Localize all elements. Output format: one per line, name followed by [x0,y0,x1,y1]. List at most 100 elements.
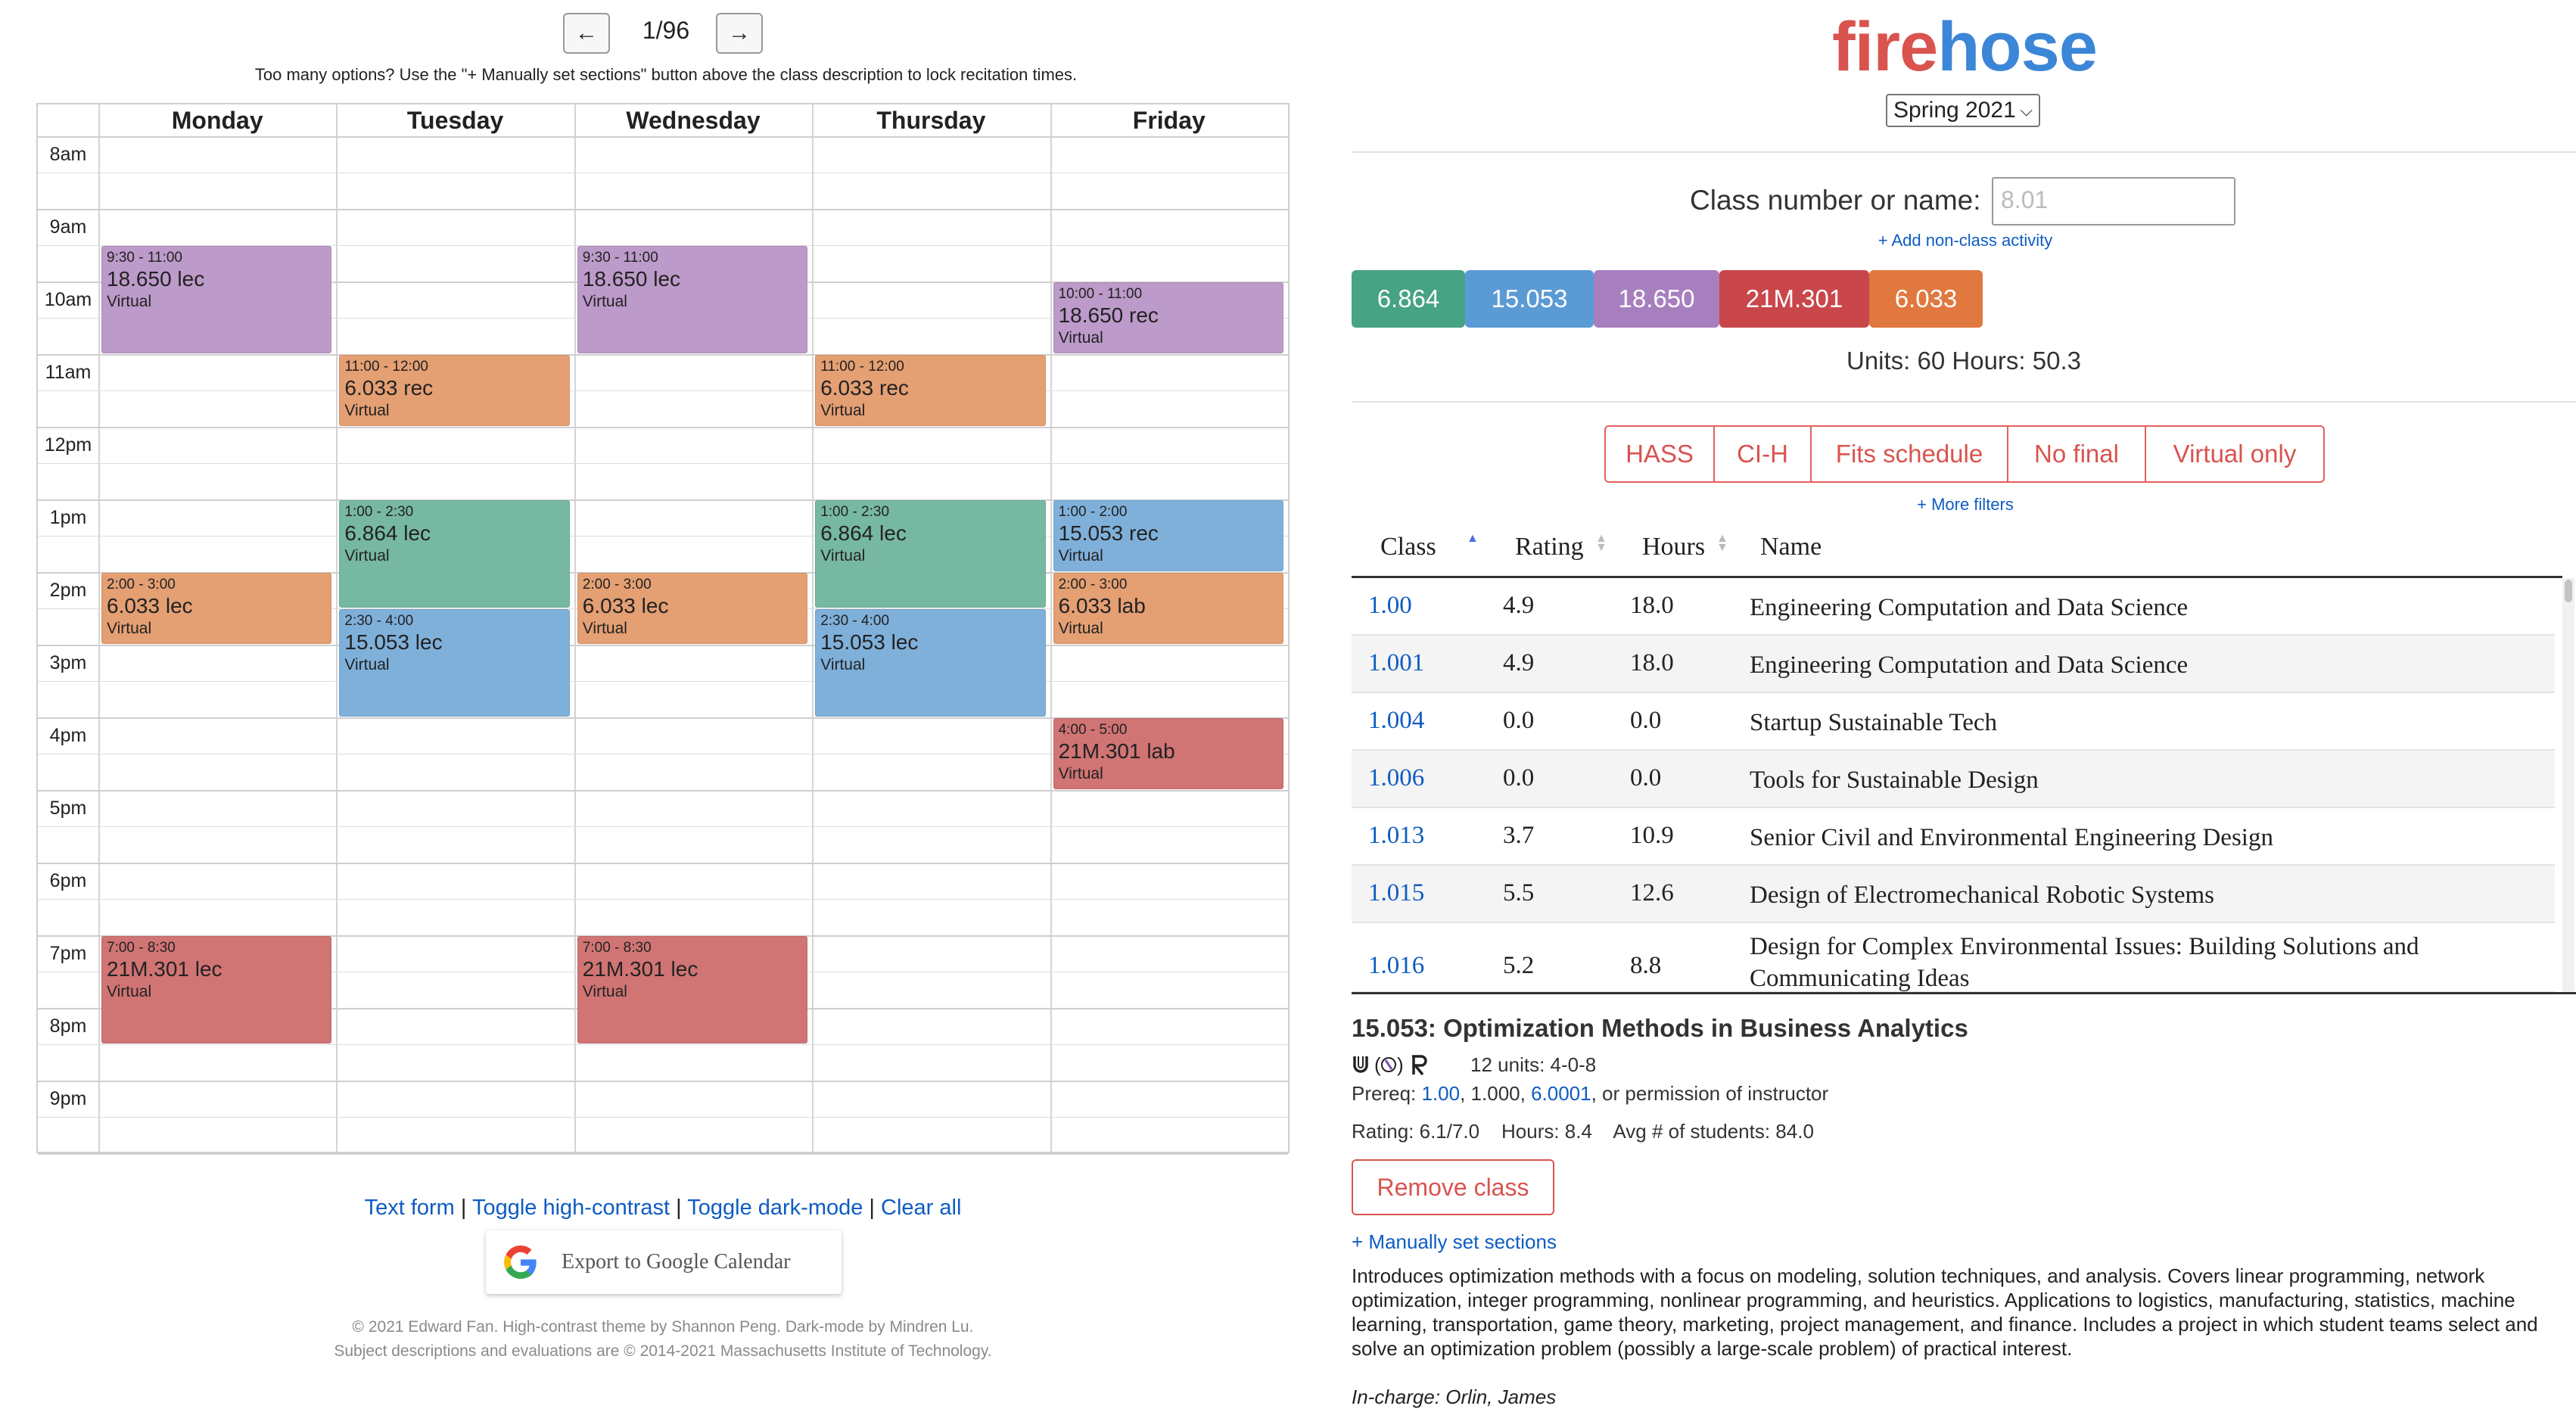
time-label: 1pm [49,507,87,528]
calendar-event[interactable]: 1:00 - 2:30 6.864 lec Virtual [339,500,570,608]
calendar-event[interactable]: 2:30 - 4:00 15.053 lec Virtual [815,609,1046,717]
table-row[interactable]: 1.015 5.5 12.6 Design of Electromechanical … [1352,866,2555,923]
table-row[interactable]: 1.013 3.7 10.9 Senior Civil and Environment… [1352,808,2555,866]
selected-class-6-033[interactable]: 6.033 [1869,270,1983,328]
class-number[interactable]: 1.006 [1368,764,1424,792]
calendar-event[interactable]: 2:00 - 3:00 6.033 lab Virtual [1053,573,1283,644]
calendar-event[interactable]: 1:00 - 2:00 15.053 rec Virtual [1053,500,1283,571]
class-number[interactable]: 1.013 [1368,822,1424,850]
manually-set-sections-link[interactable]: + Manually set sections [1352,1230,1557,1254]
time-label: 11am [45,362,92,383]
clear-all-link[interactable]: Clear all [881,1196,961,1220]
more-filters-link[interactable]: + More filters [1871,495,2060,515]
event-name: 18.650 lec [107,267,205,291]
prereq-link-1-00[interactable]: 1.00 [1422,1082,1461,1105]
event-time: 11:00 - 12:00 [344,359,428,375]
term-select[interactable]: Spring 2021 ⌵ [1886,94,2040,127]
calendar-event[interactable]: 2:00 - 3:00 6.033 lec Virtual [101,573,332,644]
class-number[interactable]: 1.001 [1368,649,1424,677]
table-row[interactable]: 1.004 0.0 0.0 Startup Sustainable Tech [1352,693,2555,751]
event-name: 6.033 lec [107,594,193,617]
time-gridline [38,1081,1288,1082]
filter-no-final-button[interactable]: No final [2008,427,2146,481]
selected-class-label: 21M.301 [1745,285,1843,313]
search-label: Class number or name: [1690,185,1981,216]
class-search-input[interactable]: 8.01 [1992,177,2235,225]
calendar-event[interactable]: 2:00 - 3:00 6.033 lec Virtual [577,573,808,644]
table-scrollbar[interactable] [2562,578,2574,993]
column-hours-header[interactable]: Hours [1642,533,1705,561]
column-class-header[interactable]: Class [1380,533,1436,561]
event-location: Virtual [344,547,390,564]
sort-icon[interactable]: ▲ ▼ [1595,533,1607,554]
calendar-event[interactable]: 9:30 - 11:00 18.650 lec Virtual [577,246,808,353]
calendar-event[interactable]: 2:30 - 4:00 15.053 lec Virtual [339,609,570,717]
filter-fits-schedule-button[interactable]: Fits schedule [1812,427,2008,481]
calendar-event[interactable]: 7:00 - 8:30 21M.301 lec Virtual [101,936,332,1043]
table-row[interactable]: 1.001 4.9 18.0 Engineering Computation and … [1352,636,2555,693]
calendar-event[interactable]: 4:00 - 5:00 21M.301 lab Virtual [1053,718,1283,789]
selected-class-6-864[interactable]: 6.864 [1352,270,1465,328]
event-time: 4:00 - 5:00 [1058,722,1128,738]
toggle-high-contrast-link[interactable]: Toggle high-contrast [472,1196,670,1220]
selected-class-21m-301[interactable]: 21M.301 [1719,270,1869,328]
logo-hose: hose [1937,8,2098,86]
class-number[interactable]: 1.004 [1368,707,1424,735]
day-column-divider [98,104,100,1152]
class-table-body[interactable]: 1.00 4.9 18.0 Engineering Computation and D… [1352,578,2562,993]
arrow-left-icon: ← [575,20,598,45]
day-header-tuesday: Tuesday [406,107,504,134]
previous-schedule-button[interactable]: ← [563,13,610,54]
event-location: Virtual [107,983,152,1000]
filter-virtual-only-button[interactable]: Virtual only [2146,427,2323,481]
prereq-link-6-0001[interactable]: 6.0001 [1531,1082,1591,1105]
table-row[interactable]: 1.00 4.9 18.0 Engineering Computation and D… [1352,578,2555,636]
selected-class-15-053[interactable]: 15.053 [1465,270,1594,328]
add-non-class-activity-link[interactable]: + Add non-class activity [1871,231,2060,250]
sort-icon[interactable]: ▲ ▼ [1716,533,1728,554]
class-stats: Rating: 6.1/7.0 Hours: 8.4 Avg # of stud… [1352,1120,1814,1143]
column-rating-header[interactable]: Rating [1515,533,1584,561]
copyright-line-2: Subject descriptions and evaluations are… [334,1342,992,1360]
filter-ci-h-button[interactable]: CI-H [1715,427,1812,481]
class-name: Engineering Computation and Data Science [1750,594,2189,621]
remove-class-button[interactable]: Remove class [1352,1159,1554,1215]
event-time: 9:30 - 11:00 [107,250,183,266]
class-hours: 10.9 [1630,822,1674,849]
event-name: 21M.301 lab [1058,739,1175,763]
sort-ascending-icon[interactable]: ▲ [1467,533,1479,545]
calendar-event[interactable]: 1:00 - 2:30 6.864 lec Virtual [815,500,1046,608]
svg-text:(: ( [1374,1053,1381,1076]
toggle-dark-mode-link[interactable]: Toggle dark-mode [687,1196,863,1220]
class-rating: 5.5 [1503,879,1535,907]
event-time: 2:00 - 3:00 [107,577,176,592]
event-name: 21M.301 lec [107,957,222,981]
class-number[interactable]: 1.00 [1368,592,1412,620]
event-time: 2:00 - 3:00 [1058,577,1128,592]
calendar-event[interactable]: 7:00 - 8:30 21M.301 lec Virtual [577,936,808,1043]
column-name-header[interactable]: Name [1760,533,1822,561]
calendar-event[interactable]: 10:00 - 11:00 18.650 rec Virtual [1053,282,1283,353]
scrollbar-thumb[interactable] [2565,580,2572,602]
selected-class-18-650[interactable]: 18.650 [1594,270,1719,328]
event-location: Virtual [1058,620,1103,637]
class-hours: 18.0 [1630,649,1674,676]
next-schedule-button[interactable]: → [716,13,763,54]
table-row[interactable]: 1.006 0.0 0.0 Tools for Sustainable Design [1352,751,2555,808]
class-number[interactable]: 1.016 [1368,952,1424,980]
calendar-event[interactable]: 11:00 - 12:00 6.033 rec Virtual [339,355,570,426]
text-form-link[interactable]: Text form [365,1196,455,1220]
filter-hass-button[interactable]: HASS [1606,427,1715,481]
event-time: 1:00 - 2:00 [1058,504,1128,520]
event-location: Virtual [1058,329,1103,347]
class-number[interactable]: 1.015 [1368,879,1424,907]
time-gridline [38,826,1288,827]
calendar-event[interactable]: 11:00 - 12:00 6.033 rec Virtual [815,355,1046,426]
export-google-calendar-button[interactable]: Export to Google Calendar [486,1230,842,1294]
table-row[interactable]: 1.016 5.2 8.8 Design for Complex Environmen… [1352,923,2555,993]
divider [1352,151,2576,153]
calendar-event[interactable]: 9:30 - 11:00 18.650 lec Virtual [101,246,332,353]
class-rating: 3.7 [1503,822,1535,849]
event-location: Virtual [820,547,866,564]
event-time: 1:00 - 2:30 [820,504,890,520]
